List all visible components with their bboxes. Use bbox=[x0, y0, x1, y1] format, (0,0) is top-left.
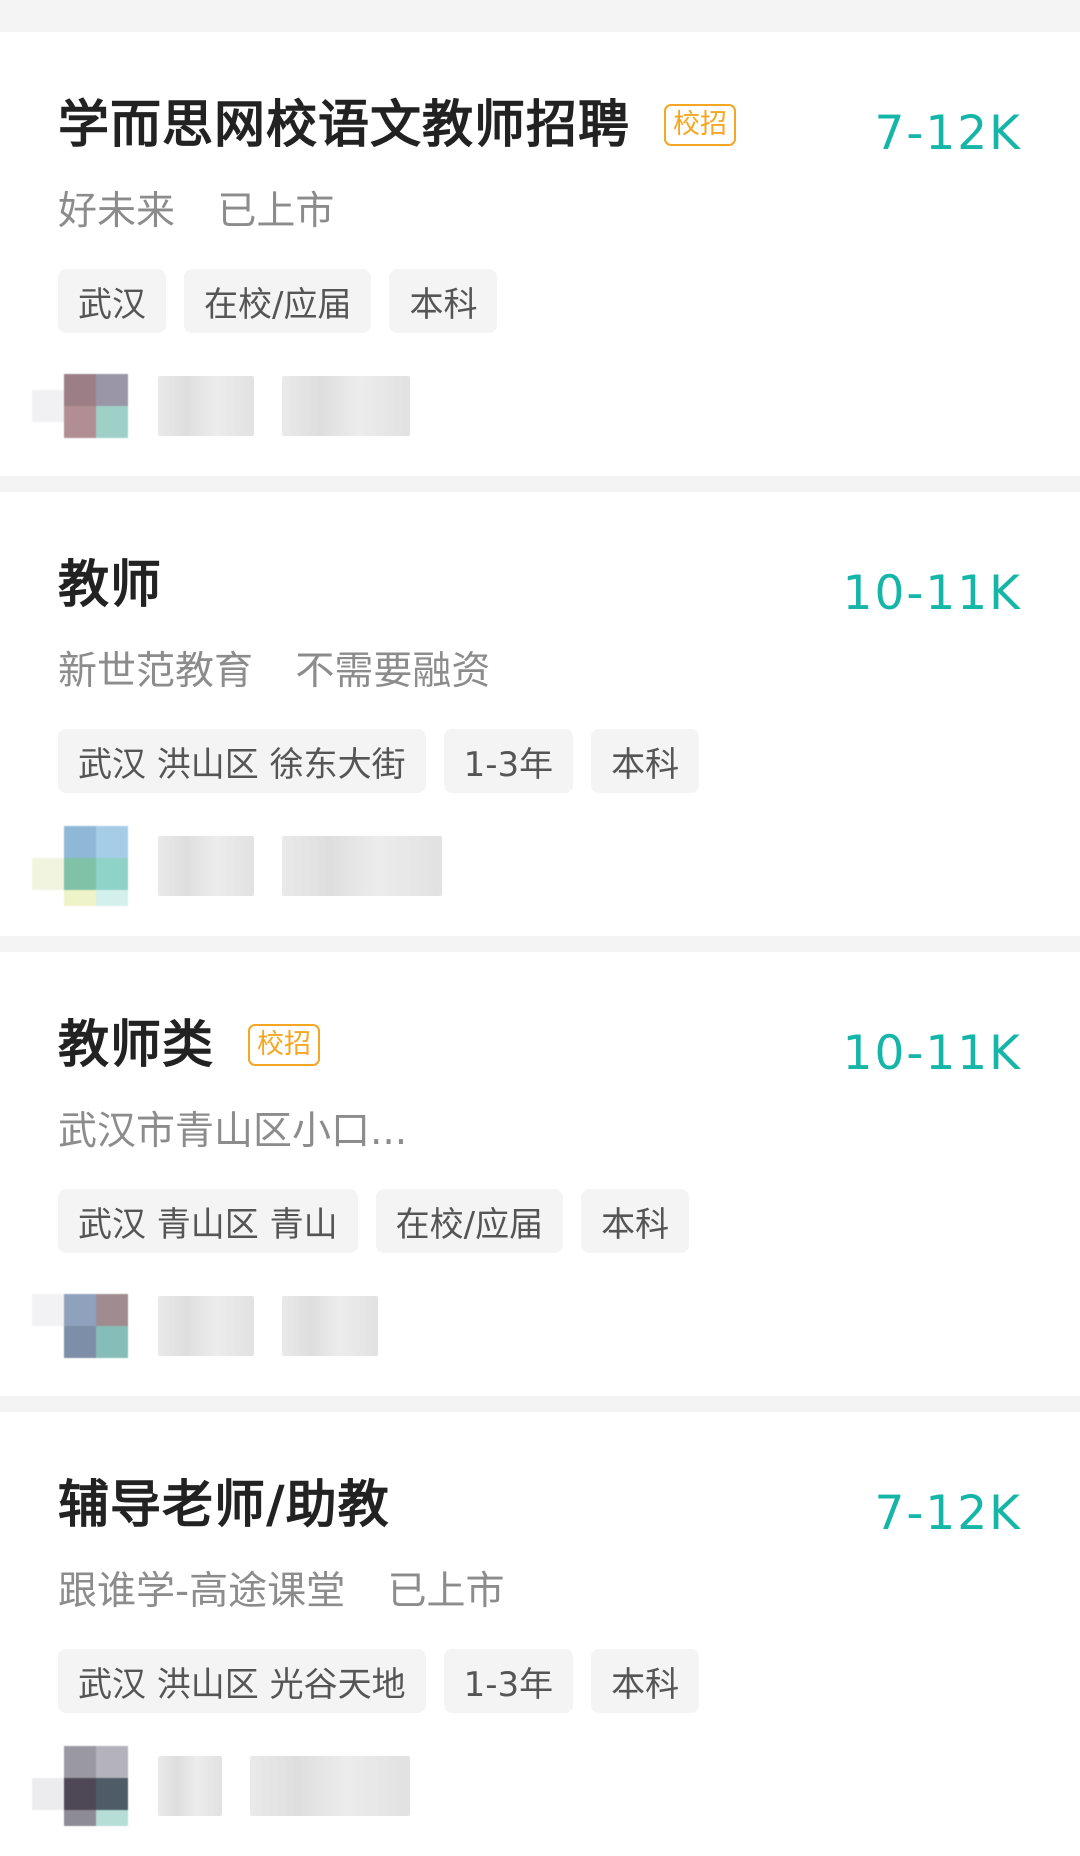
job-tags: 武汉 在校/应届 本科 bbox=[58, 269, 498, 333]
recruiter-avatar bbox=[32, 826, 128, 906]
company-stage: 已上市 bbox=[217, 189, 335, 234]
job-card[interactable]: 学而思网校语文教师招聘 校招 7-12K 好未来 已上市 武汉 在校/应届 本科 bbox=[0, 32, 1080, 476]
recruiter-name-blurred bbox=[158, 376, 410, 436]
company-info[interactable]: 新世范教育 不需要融资 bbox=[58, 652, 490, 691]
recruiter-avatar bbox=[32, 1286, 128, 1366]
job-card[interactable]: 辅导老师/助教 7-12K 跟谁学-高途课堂 已上市 武汉 洪山区 光谷天地 1… bbox=[0, 1412, 1080, 1856]
tag-experience: 1-3年 bbox=[443, 1649, 574, 1713]
recruiter-name-blurred bbox=[158, 1296, 378, 1356]
tag-education: 本科 bbox=[591, 729, 700, 793]
recruiter-info[interactable] bbox=[32, 1286, 378, 1366]
company-name: 跟谁学-高途课堂 bbox=[58, 1569, 346, 1614]
tag-experience: 在校/应届 bbox=[184, 269, 372, 333]
recruiter-info[interactable] bbox=[32, 366, 410, 446]
tag-experience: 1-3年 bbox=[443, 729, 574, 793]
tag-education: 本科 bbox=[581, 1189, 690, 1253]
job-card[interactable]: 教师类 校招 10-11K 武汉市青山区小口... 武汉 青山区 青山 在校/应… bbox=[0, 952, 1080, 1396]
company-info[interactable]: 好未来 已上市 bbox=[58, 192, 334, 231]
salary: 10-11K bbox=[842, 1026, 1022, 1081]
salary: 10-11K bbox=[842, 566, 1022, 621]
recruiter-name-blurred bbox=[158, 836, 442, 896]
company-stage: 已上市 bbox=[387, 1569, 505, 1614]
tag-education: 本科 bbox=[591, 1649, 700, 1713]
list-top-spacer bbox=[0, 0, 1080, 16]
tag-experience: 在校/应届 bbox=[375, 1189, 564, 1253]
company-name: 好未来 bbox=[58, 189, 176, 234]
tag-location: 武汉 bbox=[58, 269, 166, 333]
job-title: 教师类 bbox=[58, 1015, 215, 1075]
recruiter-info[interactable] bbox=[32, 826, 442, 906]
tag-location: 武汉 洪山区 光谷天地 bbox=[58, 1649, 426, 1713]
recruiter-avatar bbox=[32, 366, 128, 446]
tag-education: 本科 bbox=[389, 269, 498, 333]
recruiter-avatar bbox=[32, 1746, 128, 1826]
recruiter-name-blurred bbox=[158, 1756, 410, 1816]
job-tags: 武汉 洪山区 徐东大街 1-3年 本科 bbox=[58, 729, 700, 793]
salary: 7-12K bbox=[874, 1486, 1022, 1541]
campus-recruit-badge: 校招 bbox=[248, 1024, 321, 1066]
salary: 7-12K bbox=[874, 106, 1022, 161]
tag-location: 武汉 青山区 青山 bbox=[58, 1189, 358, 1253]
job-card[interactable]: 教师 10-11K 新世范教育 不需要融资 武汉 洪山区 徐东大街 1-3年 本… bbox=[0, 492, 1080, 936]
campus-recruit-badge: 校招 bbox=[664, 104, 737, 146]
company-info[interactable]: 跟谁学-高途课堂 已上市 bbox=[58, 1572, 505, 1611]
company-name: 武汉市青山区小口... bbox=[58, 1109, 408, 1154]
job-tags: 武汉 青山区 青山 在校/应届 本科 bbox=[58, 1189, 690, 1253]
company-name: 新世范教育 bbox=[58, 649, 254, 694]
job-title: 教师 bbox=[58, 555, 163, 615]
recruiter-info[interactable] bbox=[32, 1746, 410, 1826]
job-tags: 武汉 洪山区 光谷天地 1-3年 本科 bbox=[58, 1649, 700, 1713]
tag-location: 武汉 洪山区 徐东大街 bbox=[58, 729, 426, 793]
job-title: 学而思网校语文教师招聘 bbox=[58, 95, 631, 155]
company-info[interactable]: 武汉市青山区小口... bbox=[58, 1112, 407, 1151]
job-title: 辅导老师/助教 bbox=[58, 1475, 390, 1535]
company-stage: 不需要融资 bbox=[295, 649, 491, 694]
